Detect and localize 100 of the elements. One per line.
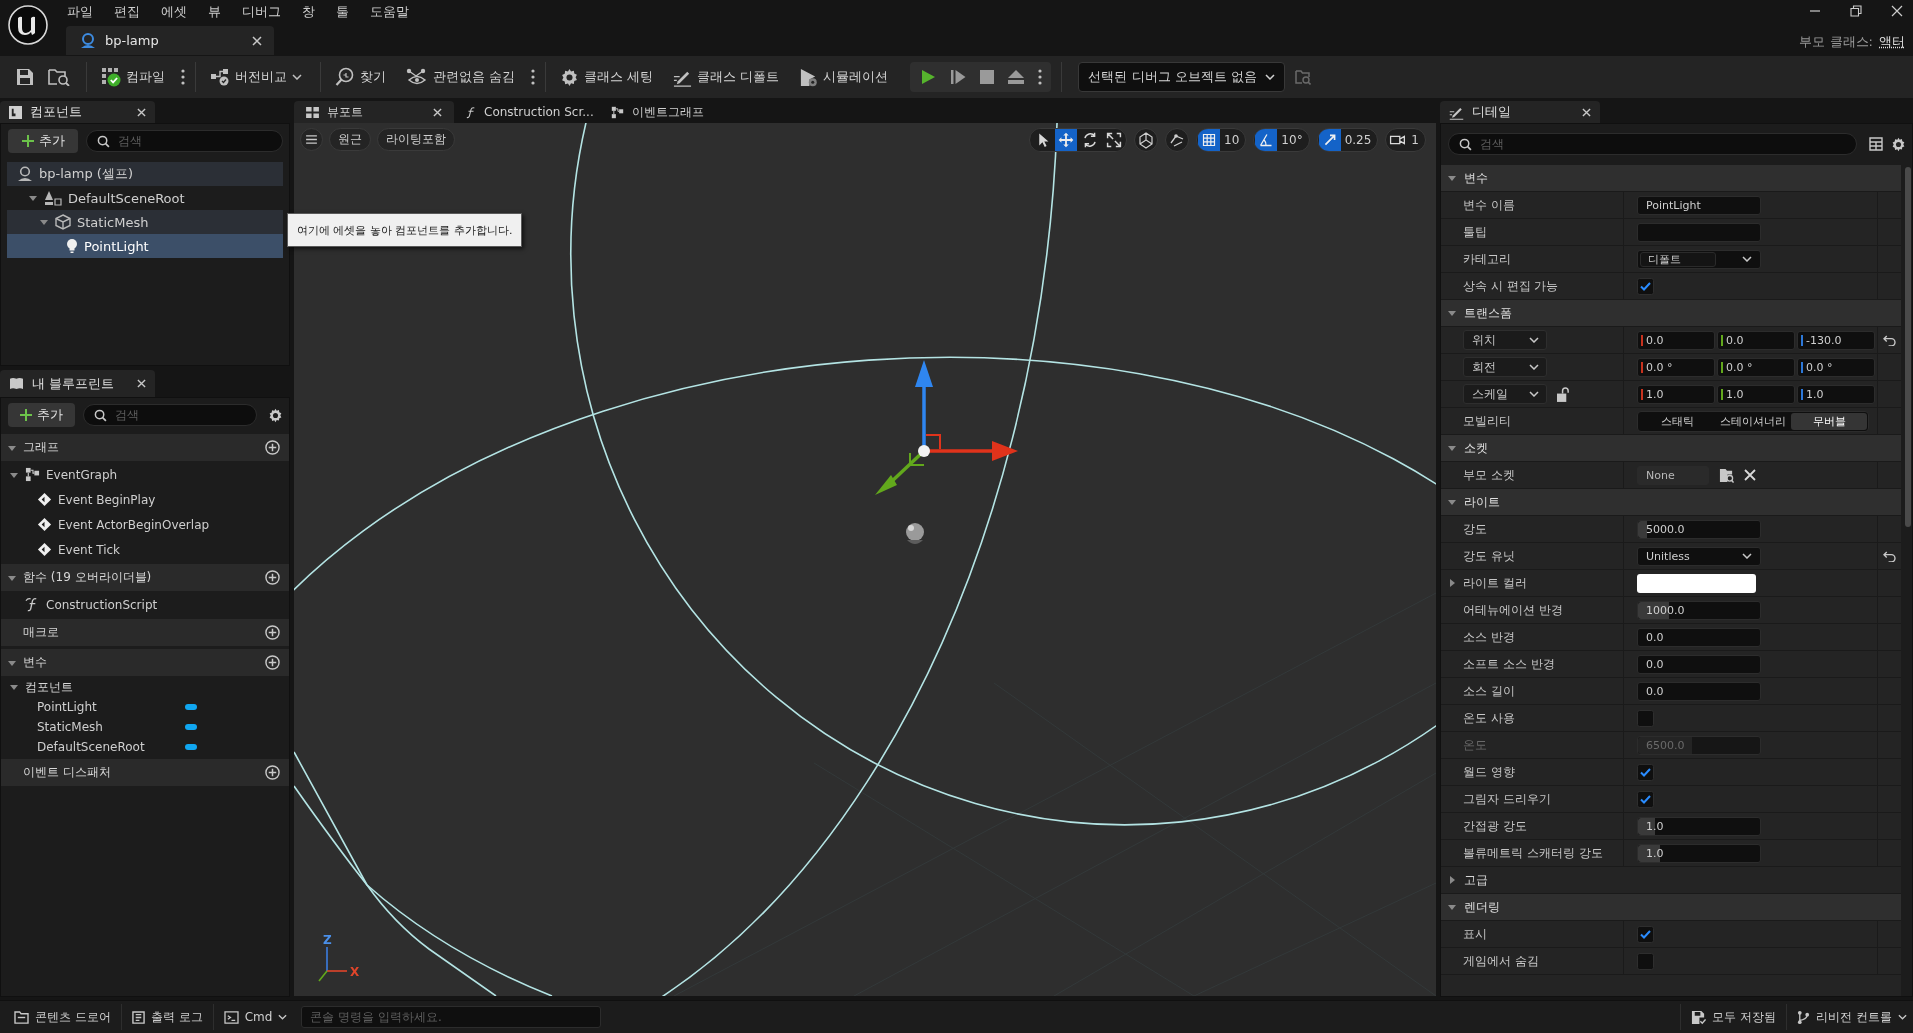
vector-component-field[interactable]: 1.0: [1637, 384, 1715, 404]
table-view-icon[interactable]: [1869, 137, 1883, 151]
component-tree-item[interactable]: PointLight: [7, 234, 283, 258]
close-icon[interactable]: [137, 379, 146, 388]
panel-tab[interactable]: 디테일: [1440, 101, 1600, 123]
variable-type-icon[interactable]: [185, 724, 197, 730]
menu-item[interactable]: 도움말: [359, 0, 419, 23]
category-header[interactable]: 렌더링: [1441, 894, 1901, 921]
section-header[interactable]: 매크로: [1, 619, 289, 646]
blueprint-list-item[interactable]: EventGraph: [1, 462, 289, 487]
blueprint-list-item[interactable]: PointLight: [1, 697, 289, 717]
lighting-mode-button[interactable]: 라이팅포함: [377, 128, 455, 151]
snap-value-dropdown[interactable]: 10°: [1278, 133, 1309, 147]
close-icon[interactable]: [137, 107, 146, 117]
expand-arrow-icon[interactable]: [1447, 875, 1457, 885]
number-field[interactable]: 5000.0: [1637, 519, 1761, 539]
more-options-icon[interactable]: [1038, 69, 1043, 85]
checkbox[interactable]: [1637, 925, 1654, 943]
add-circle-icon[interactable]: [265, 440, 280, 455]
find-button[interactable]: 찾기: [331, 62, 390, 92]
vector-component-field[interactable]: 1.0: [1797, 384, 1875, 404]
more-options-icon[interactable]: [531, 69, 536, 85]
close-icon[interactable]: [1582, 107, 1591, 117]
blueprint-list-item[interactable]: Event ActorBeginOverlap: [1, 512, 289, 537]
menu-item[interactable]: 파일: [56, 0, 103, 23]
component-tree-item[interactable]: StaticMesh: [7, 210, 283, 234]
editor-tab[interactable]: Construction Scr...: [454, 101, 599, 123]
vector-component-field[interactable]: 1.0: [1717, 384, 1795, 404]
number-field[interactable]: 1.0: [1637, 816, 1761, 836]
expand-arrow-icon[interactable]: [1447, 578, 1457, 588]
section-header[interactable]: 변수: [1, 649, 289, 676]
save-icon[interactable]: [16, 68, 34, 86]
restore-icon[interactable]: [1850, 5, 1862, 17]
expand-arrow-icon[interactable]: [1447, 308, 1457, 318]
add-circle-icon[interactable]: [265, 655, 280, 670]
component-tree-item[interactable]: DefaultSceneRoot: [7, 186, 283, 210]
unlocked-padlock-icon[interactable]: [1557, 386, 1570, 402]
number-field[interactable]: 0.0: [1637, 627, 1761, 647]
diff-dropdown-button[interactable]: 버전비교: [206, 62, 306, 92]
menu-item[interactable]: 디버그: [231, 0, 291, 23]
expand-arrow-icon[interactable]: [9, 682, 19, 692]
vector-component-field[interactable]: 0.0 °: [1797, 357, 1875, 377]
mobility-option[interactable]: 스테이셔너리: [1715, 412, 1791, 430]
category-header[interactable]: 변수: [1441, 165, 1901, 192]
number-field[interactable]: 1000.0: [1637, 600, 1761, 620]
revision-control-button[interactable]: 리비전 컨트롤: [1791, 1004, 1913, 1030]
point-light-sprite-icon[interactable]: [906, 523, 924, 544]
editor-tab[interactable]: 이벤트그래프: [599, 101, 744, 123]
move-icon[interactable]: [1054, 129, 1079, 151]
number-field[interactable]: 1.0: [1637, 843, 1761, 863]
number-field[interactable]: 0.0: [1637, 681, 1761, 701]
close-icon[interactable]: [433, 107, 442, 117]
folder-search-icon[interactable]: [1719, 467, 1734, 483]
hide-unrelated-button[interactable]: 관련없음 숨김: [402, 62, 520, 92]
settings-icon[interactable]: [1891, 136, 1906, 152]
transform-mode-dropdown[interactable]: 스케일: [1463, 384, 1547, 404]
panel-tab[interactable]: 컴포넌트: [0, 101, 155, 123]
content-drawer-button[interactable]: 콘텐츠 드로어: [8, 1004, 117, 1030]
section-header[interactable]: 그래프: [1, 434, 289, 461]
component-tree-item[interactable]: bp-lamp (셀프): [7, 162, 283, 186]
parent-class-link[interactable]: 액터: [1879, 33, 1905, 51]
class-defaults-button[interactable]: 클래스 디폴트: [669, 62, 784, 92]
color-swatch[interactable]: [1637, 573, 1756, 593]
angle-snap-icon[interactable]: [1254, 129, 1279, 151]
menu-item[interactable]: 창: [291, 0, 325, 23]
reset-arrow-icon[interactable]: [1883, 334, 1896, 346]
add-circle-icon[interactable]: [265, 570, 280, 585]
close-icon[interactable]: [252, 35, 262, 46]
menu-item[interactable]: 편집: [103, 0, 150, 23]
menu-item[interactable]: 툴: [325, 0, 359, 23]
variable-type-icon[interactable]: [185, 744, 197, 750]
expand-arrow-icon[interactable]: [1447, 443, 1457, 453]
unit-dropdown[interactable]: Unitless: [1637, 546, 1761, 566]
surface-snap-icon[interactable]: [1165, 128, 1190, 152]
snap-value-dropdown[interactable]: 10: [1221, 133, 1246, 147]
vector-component-field[interactable]: 0.0: [1717, 330, 1795, 350]
scale-snap-icon[interactable]: [1317, 129, 1342, 151]
transform-mode-dropdown[interactable]: 회전: [1463, 357, 1547, 377]
class-settings-button[interactable]: 클래스 세팅: [556, 62, 658, 92]
eject-icon[interactable]: [1008, 70, 1025, 84]
panel-tab[interactable]: 내 블루프린트: [0, 370, 155, 397]
section-header[interactable]: 함수 (19 오버라이더블): [1, 564, 289, 591]
blueprint-list-item[interactable]: Event BeginPlay: [1, 487, 289, 512]
blueprint-list-item[interactable]: DefaultSceneRoot: [1, 737, 289, 757]
section-header[interactable]: 이벤트 디스패처: [1, 759, 289, 786]
coordinate-space-icon[interactable]: [1134, 128, 1159, 152]
checkbox[interactable]: [1637, 952, 1654, 970]
debug-object-dropdown[interactable]: 선택된 디버그 오브젝트 없음: [1078, 62, 1285, 92]
reset-arrow-icon[interactable]: [1883, 550, 1896, 562]
scrollbar[interactable]: [1905, 167, 1911, 527]
text-field[interactable]: PointLight: [1637, 195, 1761, 215]
vector-component-field[interactable]: -130.0: [1797, 330, 1875, 350]
camera-speed-dropdown[interactable]: 1: [1408, 133, 1425, 147]
grid-snap-icon[interactable]: [1197, 129, 1222, 151]
settings-icon[interactable]: [268, 407, 283, 423]
document-tab[interactable]: bp-lamp: [66, 26, 274, 55]
play-icon[interactable]: [920, 69, 937, 85]
compile-button[interactable]: 컴파일: [97, 62, 169, 92]
expand-arrow-icon[interactable]: [1447, 497, 1457, 507]
stop-icon[interactable]: [980, 70, 995, 84]
